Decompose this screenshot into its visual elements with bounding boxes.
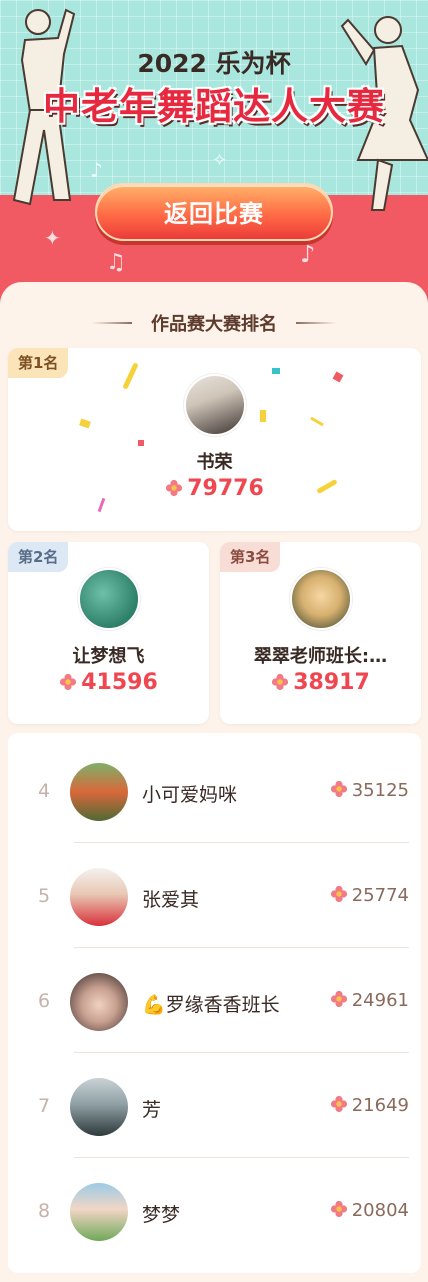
confetti — [332, 371, 344, 383]
participant-name: 梦梦 — [142, 1204, 181, 1226]
music-note-icon: ♪ — [90, 158, 103, 182]
rank-number: 4 — [37, 780, 51, 802]
list-item[interactable]: 8 梦梦 20804 — [8, 1158, 421, 1263]
rank-badge: 第2名 — [8, 542, 69, 572]
vote-count-value: 21649 — [351, 1095, 409, 1116]
flower-icon — [60, 673, 77, 691]
avatar[interactable] — [70, 868, 128, 926]
list-item[interactable]: 4 小可爱妈咪 35125 — [8, 738, 421, 843]
confetti — [138, 440, 144, 446]
confetti — [272, 368, 280, 374]
first-place-votes: 79776 — [8, 476, 421, 501]
avatar[interactable] — [70, 973, 128, 1031]
participant-name: 张爱其 — [142, 889, 200, 911]
flower-icon — [330, 990, 347, 1008]
sparkle-icon: ✦ — [44, 226, 61, 250]
flower-icon — [330, 885, 347, 903]
avatar[interactable] — [70, 1078, 128, 1136]
ranking-list: 4 小可爱妈咪 35125 5 张爱其 25774 6 💪罗缘香香班长 2496… — [8, 733, 421, 1273]
vote-count: 38917 — [293, 670, 370, 695]
vote-count: 20804 — [330, 1200, 409, 1221]
flower-icon — [166, 479, 183, 497]
participant-name: 芳 — [142, 1099, 162, 1121]
back-to-contest-button[interactable]: 返回比赛 — [95, 183, 333, 241]
section-title: 作品赛大赛排名 — [151, 314, 277, 335]
sparkle-icon: ✧ — [212, 150, 228, 171]
rank-number: 5 — [37, 885, 51, 907]
second-place-name: 让梦想飞 — [72, 646, 145, 667]
first-place-card[interactable]: 第1名 书荣 79776 — [8, 348, 421, 531]
rank-badge: 第3名 — [220, 542, 281, 572]
second-place-votes: 41596 — [8, 670, 209, 695]
vote-count: 35125 — [330, 780, 409, 801]
page-title: 中老年舞蹈达人大赛 — [43, 85, 385, 128]
second-place-card[interactable]: 第2名 让梦想飞 41596 — [8, 542, 209, 724]
third-place-card[interactable]: 第3名 翠翠老师班长:… 38917 — [220, 542, 421, 724]
divider — [296, 322, 336, 324]
avatar[interactable] — [70, 763, 128, 821]
confetti — [310, 416, 324, 427]
avatar[interactable] — [70, 1183, 128, 1241]
third-place-votes: 38917 — [220, 670, 421, 695]
vote-count: 79776 — [187, 476, 264, 501]
confetti — [260, 410, 266, 422]
vote-count-value: 24961 — [351, 990, 409, 1011]
list-item[interactable]: 5 张爱其 25774 — [8, 843, 421, 948]
participant-name: 💪罗缘香香班长 — [142, 990, 280, 1017]
vote-count-value: 35125 — [351, 780, 409, 801]
participant-name: 小可爱妈咪 — [142, 784, 238, 806]
vote-count-value: 20804 — [351, 1200, 409, 1221]
music-note-icon: ♫ — [106, 250, 126, 275]
rank-badge: 第1名 — [8, 348, 69, 378]
flower-icon — [330, 780, 347, 798]
avatar[interactable] — [78, 568, 140, 630]
first-place-name: 书荣 — [196, 452, 233, 473]
rank-number: 7 — [37, 1095, 51, 1117]
flower-icon — [330, 1095, 347, 1113]
vote-count: 21649 — [330, 1095, 409, 1116]
avatar[interactable] — [290, 568, 352, 630]
vote-count-value: 25774 — [351, 885, 409, 906]
flexed-biceps-icon: 💪 — [142, 994, 166, 1016]
vote-count: 41596 — [81, 670, 158, 695]
confetti — [79, 418, 91, 429]
rank-number: 8 — [37, 1200, 51, 1222]
vote-count: 24961 — [330, 990, 409, 1011]
flower-icon — [272, 673, 289, 691]
rank-number: 6 — [37, 990, 51, 1012]
participant-name-text: 罗缘香香班长 — [165, 994, 280, 1016]
confetti — [122, 362, 139, 390]
third-place-name: 翠翠老师班长:… — [253, 646, 388, 667]
flower-icon — [330, 1200, 347, 1218]
avatar[interactable] — [184, 374, 246, 436]
vote-count: 25774 — [330, 885, 409, 906]
list-item[interactable]: 7 芳 21649 — [8, 1053, 421, 1158]
music-note-icon: ♪ — [300, 240, 316, 268]
list-item[interactable]: 6 💪罗缘香香班长 24961 — [8, 948, 421, 1053]
title-year: 2022 乐为杯 — [137, 49, 291, 78]
